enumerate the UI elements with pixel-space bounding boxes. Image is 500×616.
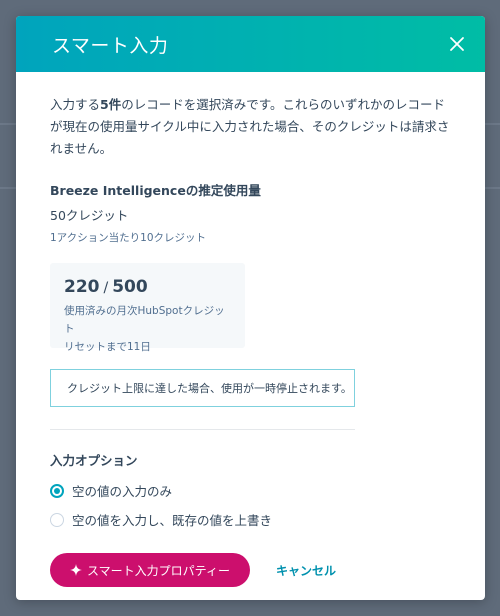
- cancel-button[interactable]: キャンセル: [276, 562, 336, 579]
- estimate-title: Breeze Intelligenceの推定使用量: [50, 183, 261, 198]
- smart-fill-modal: スマート入力 入力する5件のレコードを選択済みです。これらのいずれかのレコードが…: [16, 16, 485, 600]
- intro-text: 入力する5件のレコードを選択済みです。これらのいずれかのレコードが現在の使用量サ…: [50, 94, 450, 160]
- option-label: 空の値を入力し、既存の値を上書き: [72, 513, 273, 528]
- intro-count: 5件: [100, 97, 122, 112]
- usage-reset: リセットまで11日: [64, 341, 151, 353]
- modal-body: 入力する5件のレコードを選択済みです。これらのいずれかのレコードが現在の使用量サ…: [16, 72, 485, 587]
- usage-label: 使用済みの月次HubSpotクレジット: [64, 305, 225, 335]
- close-icon: [450, 37, 464, 51]
- modal-title: スマート入力: [52, 34, 169, 57]
- option-label: 空の値の入力のみ: [72, 484, 173, 499]
- radio-overwrite[interactable]: [50, 512, 64, 527]
- intro-prefix: 入力する: [50, 97, 101, 112]
- modal-header: スマート入力: [16, 16, 485, 72]
- credit-limit-alert: クレジット上限に達した場合、使用が一時停止されます。: [50, 369, 355, 407]
- usage-separator: /: [103, 280, 109, 296]
- option-empty-only[interactable]: 空の値の入力のみ: [50, 481, 451, 500]
- usage-card: 220/500 使用済みの月次HubSpotクレジット リセットまで11日: [50, 263, 245, 353]
- estimate-rate: 1アクション当たり10クレジット: [50, 232, 207, 244]
- estimate-value: 50クレジット: [50, 208, 129, 223]
- usage-total: 500: [112, 277, 148, 297]
- option-overwrite[interactable]: 空の値を入力し、既存の値を上書き: [50, 510, 451, 529]
- alert-text: クレジット上限に達した場合、使用が一時停止されます。: [67, 382, 352, 395]
- usage-used: 220: [64, 277, 100, 297]
- modal-actions: スマート入力プロパティー キャンセル: [50, 553, 451, 587]
- smart-fill-property-button[interactable]: スマート入力プロパティー: [50, 553, 250, 587]
- sparkle-icon: [70, 564, 83, 576]
- close-button[interactable]: [443, 30, 471, 58]
- usage-numbers: 220/500: [64, 277, 231, 297]
- options-title: 入力オプション: [50, 453, 138, 468]
- divider: [50, 429, 355, 430]
- primary-button-label: スマート入力プロパティー: [87, 563, 230, 578]
- radio-empty-only[interactable]: [50, 483, 64, 498]
